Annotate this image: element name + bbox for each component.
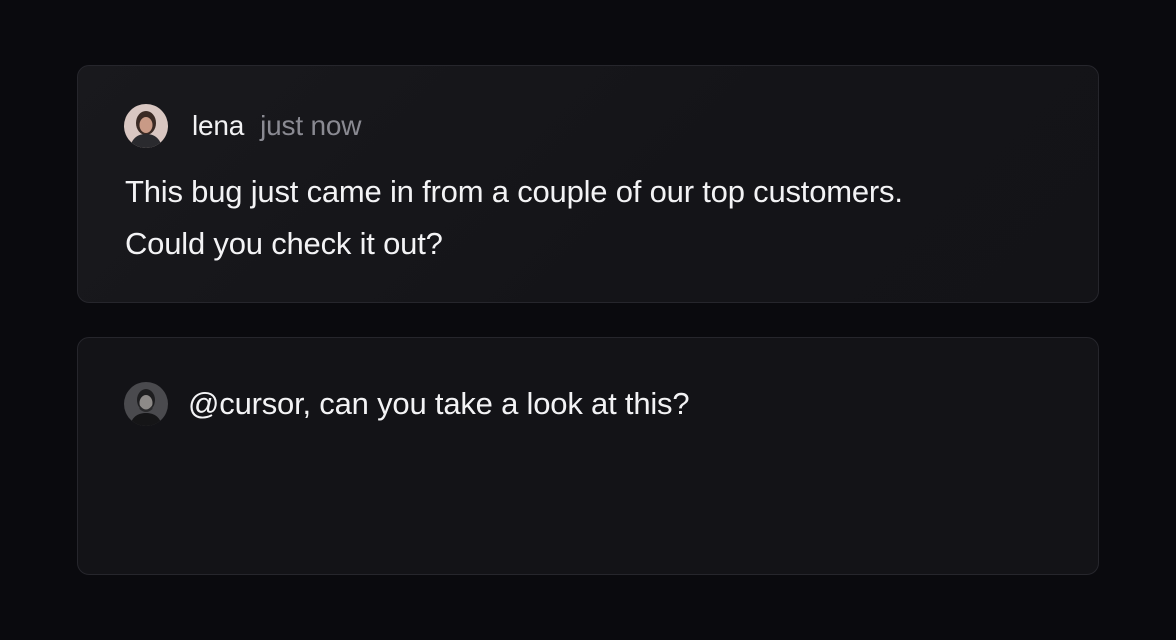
avatar-lena[interactable]	[124, 104, 168, 148]
reply-row: @cursor, can you take a look at this?	[124, 382, 690, 426]
avatar-current-user-image	[124, 382, 168, 426]
reply-card[interactable]: @cursor, can you take a look at this?	[77, 337, 1099, 575]
comment-card: lena just now This bug just came in from…	[77, 65, 1099, 303]
avatar-lena-image	[124, 104, 168, 148]
avatar-current-user[interactable]	[124, 382, 168, 426]
comment-header: lena just now	[124, 104, 361, 148]
author-name[interactable]: lena	[192, 110, 244, 142]
timestamp: just now	[260, 110, 362, 141]
comment-line: Could you check it out?	[125, 226, 443, 261]
reply-input-text[interactable]: @cursor, can you take a look at this?	[188, 386, 690, 422]
comment-body: This bug just came in from a couple of o…	[125, 166, 1065, 270]
comment-line: This bug just came in from a couple of o…	[125, 174, 903, 209]
